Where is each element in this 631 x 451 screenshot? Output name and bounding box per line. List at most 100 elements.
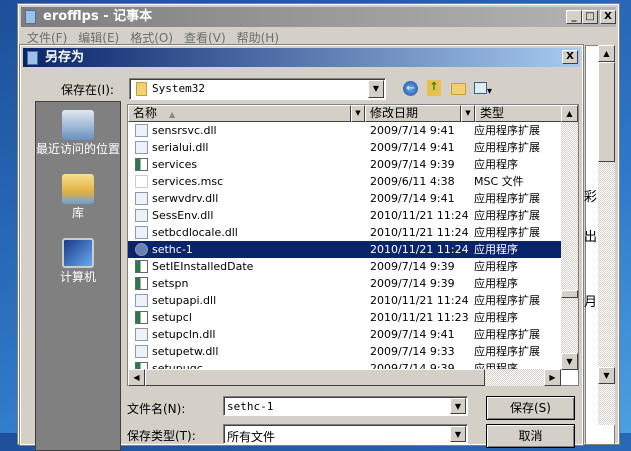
new-folder-icon[interactable]	[451, 83, 466, 95]
file-type: 应用程序扩展	[474, 345, 540, 358]
scroll-right-arrow-icon[interactable]: ▶	[544, 369, 561, 386]
file-row[interactable]: services 2009/7/14 9:39 应用程序	[128, 156, 561, 173]
dialog-title: 另存为	[45, 50, 85, 65]
menu-format[interactable]: 格式(O)	[130, 31, 173, 45]
notepad-vertical-scrollbar[interactable]: ▲ ▼	[598, 45, 615, 425]
column-header-type[interactable]: 类型	[475, 105, 562, 122]
save-in-value: System32	[152, 82, 205, 95]
scroll-down-arrow-icon[interactable]: ▼	[598, 367, 615, 384]
file-list-vertical-scrollbar[interactable]: ▲ ▼	[561, 105, 578, 370]
filetype-select[interactable]: 所有文件 ▼	[223, 424, 468, 444]
scroll-thumb[interactable]	[145, 369, 485, 386]
file-date: 2010/11/21 11:24	[370, 226, 469, 239]
maximize-button[interactable]: □	[582, 10, 598, 24]
file-row[interactable]: setupcln.dll 2009/7/14 9:41 应用程序扩展	[128, 326, 561, 343]
file-name: setupcln.dll	[152, 328, 216, 341]
file-row[interactable]: SetIEInstalledDate 2009/7/14 9:39 应用程序	[128, 258, 561, 275]
place-computer[interactable]: 计算机	[36, 238, 120, 284]
column-label: 修改日期	[370, 106, 419, 120]
scroll-left-arrow-icon[interactable]: ◀	[128, 369, 145, 386]
exe-file-icon	[135, 260, 148, 273]
file-name: sensrsvc.dll	[152, 124, 217, 137]
dll-file-icon	[135, 209, 148, 222]
menu-help[interactable]: 帮助(H)	[237, 31, 279, 45]
file-type: 应用程序扩展	[474, 141, 540, 154]
file-list[interactable]: 名称 ▲ ▼ 修改日期 ▼ 类型 sensrsvc.dll 2009/7/14 9:…	[127, 104, 579, 386]
notepad-title: erofflps - 记事本	[43, 9, 153, 24]
place-libraries[interactable]: 库	[36, 174, 120, 220]
file-name: setspn	[152, 277, 189, 290]
column-header-date[interactable]: 修改日期	[365, 105, 461, 122]
scroll-down-arrow-icon[interactable]: ▼	[561, 353, 578, 370]
file-type: 应用程序扩展	[474, 192, 540, 205]
up-folder-icon[interactable]: ↑	[427, 80, 441, 96]
place-recent[interactable]: 最近访问的位置	[36, 110, 120, 156]
file-row[interactable]: setupetw.dll 2009/7/14 9:33 应用程序扩展	[128, 343, 561, 360]
file-name: services.msc	[152, 175, 224, 188]
column-header-name[interactable]: 名称 ▲	[128, 105, 351, 122]
chevron-down-icon[interactable]: ▼	[461, 105, 475, 122]
dll-file-icon	[135, 141, 148, 154]
file-row[interactable]: setupcl 2010/11/21 11:23 应用程序	[128, 309, 561, 326]
file-name: setbcdlocale.dll	[152, 226, 238, 239]
cancel-button[interactable]: 取消	[486, 424, 575, 448]
file-row[interactable]: serwvdrv.dll 2009/7/14 9:41 应用程序扩展	[128, 190, 561, 207]
file-date: 2009/7/14 9:39	[370, 260, 455, 273]
chevron-down-icon[interactable]: ▼	[368, 80, 384, 98]
file-row[interactable]: services.msc 2009/6/11 4:38 MSC 文件	[128, 173, 561, 190]
scroll-up-arrow-icon[interactable]: ▲	[561, 105, 578, 122]
menu-view[interactable]: 查看(V)	[184, 31, 226, 45]
save-as-dialog: 另存为 X 保存在(I): System32 ▼ ← ↑ ▾ 最近访问的位置 库…	[19, 44, 584, 451]
file-type: 应用程序	[474, 243, 518, 256]
close-button[interactable]: X	[600, 10, 616, 24]
column-label: 名称	[133, 106, 158, 120]
file-name: sethc-1	[152, 243, 193, 256]
chevron-down-icon[interactable]: ▼	[351, 105, 365, 122]
file-type: 应用程序	[474, 277, 518, 290]
file-row[interactable]: SessEnv.dll 2010/11/21 11:24 应用程序扩展	[128, 207, 561, 224]
place-label: 最近访问的位置	[36, 142, 121, 156]
file-date: 2009/6/11 4:38	[370, 175, 455, 188]
file-row[interactable]: sethc-1 2010/11/21 11:24 应用程序	[128, 241, 561, 258]
save-button[interactable]: 保存(S)	[486, 396, 575, 420]
save-in-combo[interactable]: System32 ▼	[129, 78, 386, 100]
file-name: serwvdrv.dll	[152, 192, 219, 205]
file-type: 应用程序扩展	[474, 294, 540, 307]
scroll-thumb[interactable]	[561, 290, 578, 298]
libraries-icon	[62, 174, 94, 204]
file-type: 应用程序扩展	[474, 226, 540, 239]
scroll-up-arrow-icon[interactable]: ▲	[598, 45, 615, 62]
chevron-down-icon[interactable]: ▼	[450, 426, 466, 442]
file-date: 2009/7/14 9:41	[370, 141, 455, 154]
dialog-title-bar: 另存为 X	[23, 48, 580, 67]
back-icon[interactable]: ←	[403, 81, 418, 96]
file-type: 应用程序扩展	[474, 328, 540, 341]
text-fragment: 彩	[584, 190, 598, 205]
file-row[interactable]: setspn 2009/7/14 9:39 应用程序	[128, 275, 561, 292]
file-name: SetIEInstalledDate	[152, 260, 254, 273]
view-menu-icon[interactable]: ▾	[474, 82, 496, 97]
file-row[interactable]: setbcdlocale.dll 2010/11/21 11:24 应用程序扩展	[128, 224, 561, 241]
file-date: 2010/11/21 11:24	[370, 209, 469, 222]
exe-file-icon	[135, 158, 148, 171]
dialog-close-button[interactable]: X	[562, 50, 578, 64]
chevron-down-icon[interactable]: ▼	[450, 398, 466, 414]
file-list-horizontal-scrollbar[interactable]: ◀ ▶	[128, 369, 561, 386]
file-row[interactable]: setupapi.dll 2010/11/21 11:24 应用程序扩展	[128, 292, 561, 309]
file-row[interactable]: sensrsvc.dll 2009/7/14 9:41 应用程序扩展	[128, 122, 561, 139]
file-date: 2009/7/14 9:39	[370, 277, 455, 290]
file-type: 应用程序	[474, 260, 518, 273]
menu-file[interactable]: 文件(F)	[27, 31, 67, 45]
dll-file-icon	[135, 328, 148, 341]
menu-edit[interactable]: 编辑(E)	[78, 31, 119, 45]
text-fragment: 月	[584, 295, 598, 310]
scroll-thumb[interactable]	[598, 62, 615, 162]
file-date: 2009/7/14 9:41	[370, 328, 455, 341]
dll-file-icon	[135, 345, 148, 358]
filename-input[interactable]: sethc-1 ▼	[223, 396, 468, 416]
file-name: services	[152, 158, 198, 171]
file-date: 2009/7/14 9:41	[370, 192, 455, 205]
file-row[interactable]: serialui.dll 2009/7/14 9:41 应用程序扩展	[128, 139, 561, 156]
file-date: 2010/11/21 11:24	[370, 243, 469, 256]
minimize-button[interactable]: _	[566, 10, 582, 24]
